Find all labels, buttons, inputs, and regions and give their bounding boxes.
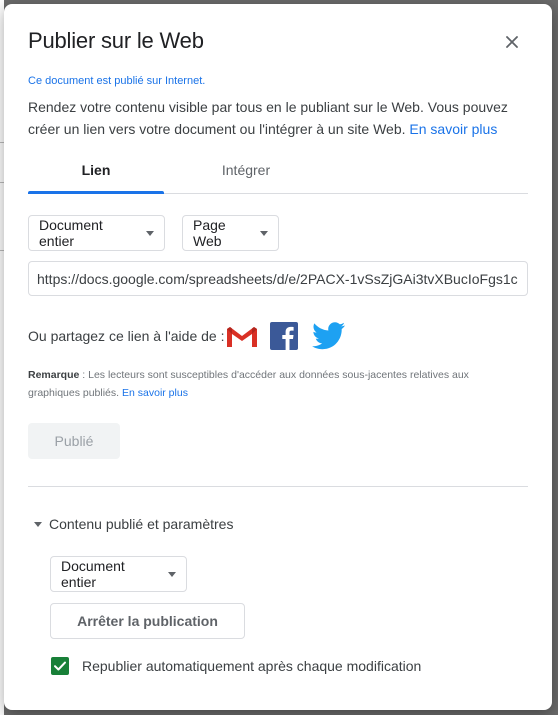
twitter-button[interactable]: [312, 322, 346, 355]
auto-republish-label: Republier automatiquement après chaque m…: [82, 658, 422, 674]
published-scope-dropdown[interactable]: Document entier: [50, 556, 187, 592]
published-content-label: Contenu publié et paramètres: [49, 516, 234, 532]
facebook-button[interactable]: [270, 322, 298, 355]
stop-publishing-button[interactable]: Arrêter la publication: [50, 603, 245, 639]
remark-text: : Les lecteurs sont susceptibles d'accéd…: [28, 369, 469, 399]
auto-republish-checkbox[interactable]: [51, 657, 69, 675]
triangle-down-icon: [34, 521, 42, 527]
published-content-toggle[interactable]: Contenu publié et paramètres: [34, 516, 233, 532]
section-divider: [28, 486, 528, 487]
publish-status: Ce document est publié sur Internet.: [28, 75, 206, 87]
twitter-icon: [312, 322, 345, 350]
format-dropdown[interactable]: Page Web: [182, 215, 279, 251]
remark-label: Remarque: [28, 369, 80, 381]
tab-lien[interactable]: Lien: [28, 162, 164, 178]
format-dropdown-value: Page Web: [193, 217, 226, 249]
share-label: Ou partagez ce lien à l'aide de :: [28, 328, 225, 344]
scope-dropdown-value: Document entier: [39, 217, 103, 249]
published-button: Publié: [28, 423, 120, 459]
caret-down-icon: [168, 571, 176, 577]
tab-integrer[interactable]: Intégrer: [178, 162, 314, 178]
dialog-description: Rendez votre contenu visible par tous en…: [28, 96, 518, 140]
active-tab-indicator: [28, 191, 164, 194]
published-scope-value: Document entier: [61, 558, 125, 590]
caret-down-icon: [146, 230, 154, 236]
scope-dropdown[interactable]: Document entier: [28, 215, 165, 251]
learn-more-link[interactable]: En savoir plus: [409, 121, 497, 137]
facebook-icon: [270, 322, 298, 350]
caret-down-icon: [260, 230, 268, 236]
gmail-button[interactable]: [226, 325, 258, 354]
checkmark-icon: [54, 661, 66, 671]
published-url-field[interactable]: [28, 261, 528, 296]
gmail-icon: [227, 327, 257, 347]
dialog-title: Publier sur le Web: [28, 28, 204, 53]
remark-learn-more-link[interactable]: En savoir plus: [122, 387, 188, 399]
close-button[interactable]: [501, 31, 523, 53]
remark-note: Remarque : Les lecteurs sont susceptible…: [28, 366, 498, 402]
close-icon: [506, 36, 518, 48]
publish-to-web-dialog: Publier sur le Web Ce document est publi…: [4, 4, 552, 710]
